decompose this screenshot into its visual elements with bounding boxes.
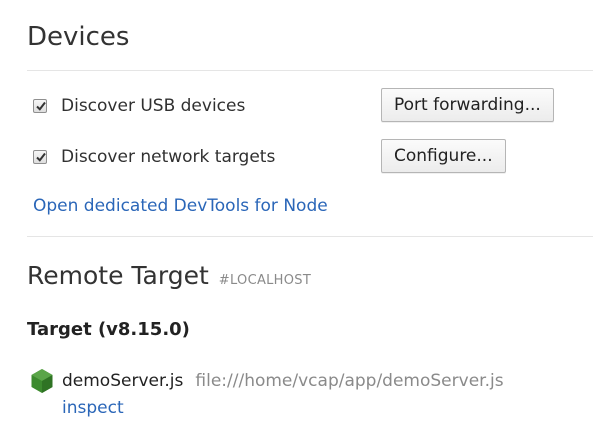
devices-divider: [27, 70, 593, 71]
check-icon: [36, 101, 46, 111]
target-url: file:///home/vcap/app/demoServer.js: [195, 371, 504, 391]
usb-discovery-row[interactable]: Discover USB devices: [33, 96, 245, 116]
configure-button[interactable]: Configure...: [381, 139, 506, 173]
network-discovery-row[interactable]: Discover network targets: [33, 147, 275, 167]
remote-target-subtitle: #LOCALHOST: [218, 273, 312, 288]
target-row: demoServer.js file:///home/vcap/app/demo…: [30, 368, 504, 394]
remote-target-divider: [27, 236, 593, 237]
remote-target-header: Remote Target #LOCALHOST: [27, 259, 311, 298]
network-discovery-checkbox[interactable]: [33, 150, 47, 164]
port-forwarding-button[interactable]: Port forwarding...: [381, 88, 554, 122]
devtools-inspect-page: Devices Discover USB devices Port forwar…: [0, 0, 593, 439]
inspect-link[interactable]: inspect: [62, 398, 124, 418]
remote-target-title: Remote Target: [27, 261, 209, 290]
target-version-heading: Target (v8.15.0): [27, 319, 190, 340]
usb-discovery-label: Discover USB devices: [61, 96, 246, 116]
check-icon: [36, 152, 46, 162]
open-node-devtools-link[interactable]: Open dedicated DevTools for Node: [33, 196, 328, 216]
target-name: demoServer.js: [62, 371, 184, 391]
network-discovery-label: Discover network targets: [61, 147, 276, 167]
usb-discovery-checkbox[interactable]: [33, 99, 47, 113]
devices-title: Devices: [27, 22, 130, 52]
nodejs-hexagon-icon: [31, 369, 53, 393]
